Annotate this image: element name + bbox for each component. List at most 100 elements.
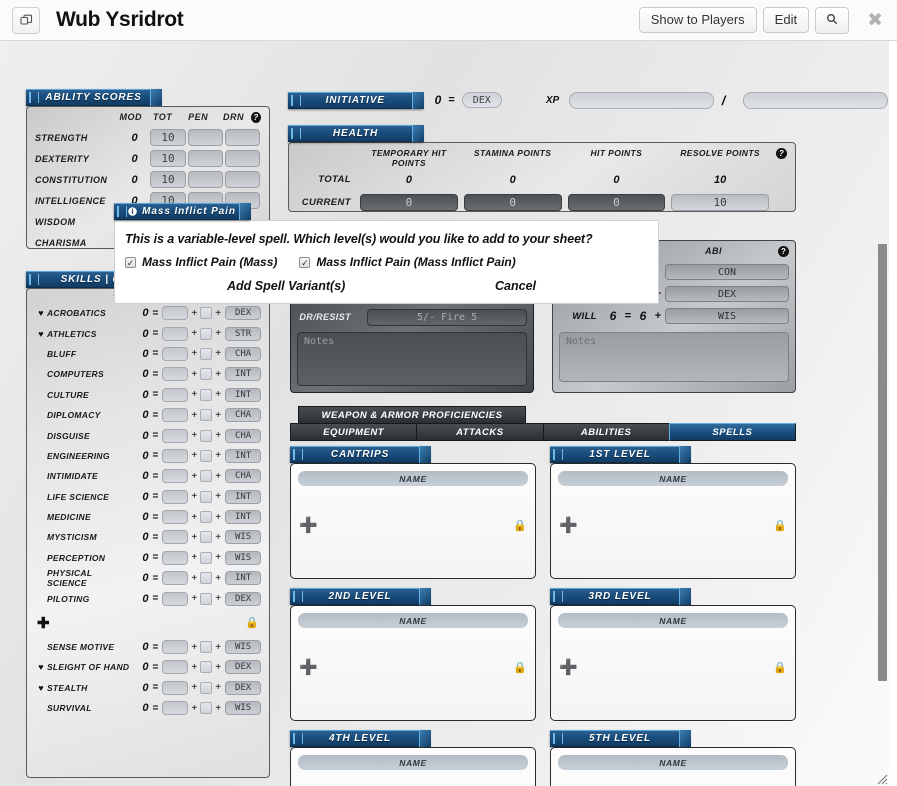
skill-rank-input[interactable] — [162, 510, 189, 525]
skill-rank-input[interactable] — [162, 387, 189, 402]
resize-handle-icon[interactable] — [874, 771, 888, 785]
skill-ability-select[interactable]: INT — [225, 510, 262, 525]
plus-icon[interactable]: ➕ — [559, 658, 578, 676]
skill-rank-input[interactable] — [162, 346, 189, 361]
skill-ability-select[interactable]: CHA — [225, 346, 262, 361]
current-resolve-input[interactable]: 10 — [671, 194, 769, 211]
skill-rank-input[interactable] — [162, 428, 189, 443]
variant-checkbox[interactable]: ✓ — [125, 256, 136, 268]
tab-attacks[interactable]: ATTACKS — [416, 423, 543, 441]
skill-class-skill-checkbox[interactable] — [200, 388, 213, 401]
skill-rank-input[interactable] — [162, 408, 189, 423]
skill-rank-input[interactable] — [162, 469, 189, 484]
ability-scores-help-icon[interactable]: ? — [251, 112, 261, 123]
tab-weapon-armor-proficiencies[interactable]: WEAPON & ARMOR PROFICIENCIES — [298, 406, 526, 423]
skill-ability-select[interactable]: CHA — [225, 469, 262, 484]
ability-pen-input[interactable] — [187, 171, 223, 188]
skill-class-skill-checkbox[interactable] — [200, 470, 213, 483]
ability-tot-input[interactable]: 10 — [150, 150, 186, 167]
ability-pen-input[interactable] — [187, 129, 223, 146]
search-button[interactable] — [815, 6, 850, 34]
skill-rank-input[interactable] — [162, 489, 189, 504]
vertical-scrollbar[interactable] — [878, 244, 887, 681]
skill-class-skill-checkbox[interactable] — [200, 531, 213, 544]
skill-ability-select[interactable]: INT — [225, 367, 262, 382]
ability-drn-input[interactable] — [224, 171, 260, 188]
skill-class-skill-checkbox[interactable] — [200, 661, 213, 674]
ability-drn-input[interactable] — [224, 129, 260, 146]
skill-class-skill-checkbox[interactable] — [200, 572, 213, 585]
skill-rank-input[interactable] — [162, 448, 189, 463]
lock-icon[interactable]: 🔒 — [245, 616, 259, 629]
favorite-icon[interactable]: ♥ — [35, 308, 47, 318]
favorite-icon[interactable]: ♥ — [35, 329, 47, 339]
skill-ability-select[interactable]: DEX — [225, 660, 262, 675]
tab-spells[interactable]: SPELLS — [668, 423, 796, 441]
plus-icon[interactable]: ➕ — [299, 516, 318, 534]
skill-rank-input[interactable] — [162, 660, 189, 675]
skill-rank-input[interactable] — [162, 306, 189, 321]
skill-ability-select[interactable]: DEX — [225, 306, 262, 321]
close-icon[interactable]: ✖ — [867, 11, 883, 30]
skill-rank-input[interactable] — [162, 701, 189, 716]
skill-ability-select[interactable]: WIS — [225, 530, 262, 545]
edit-button[interactable]: Edit — [762, 7, 810, 33]
variant-checkbox[interactable]: ✓ — [299, 256, 311, 268]
skill-ability-select[interactable]: INT — [225, 387, 262, 402]
skill-class-skill-checkbox[interactable] — [200, 641, 213, 654]
favorite-icon[interactable]: ♥ — [35, 683, 47, 693]
skill-rank-input[interactable] — [162, 680, 189, 695]
xp-total-input[interactable] — [743, 91, 888, 109]
save-ability-select[interactable]: DEX — [665, 286, 789, 302]
skill-ability-select[interactable]: DEX — [225, 680, 262, 695]
initiative-ability-select[interactable]: DEX — [461, 92, 502, 108]
skill-class-skill-checkbox[interactable] — [200, 592, 213, 605]
duplicate-icon[interactable] — [12, 6, 40, 34]
lock-icon[interactable]: 🔒 — [773, 519, 787, 532]
skill-rank-input[interactable] — [162, 367, 189, 382]
variant-option[interactable]: ✓ Mass Inflict Pain (Mass Inflict Pain) — [299, 255, 516, 269]
skill-ability-select[interactable]: WIS — [225, 550, 262, 565]
favorite-icon[interactable]: ♥ — [35, 662, 47, 672]
skill-class-skill-checkbox[interactable] — [200, 368, 213, 381]
skill-ability-select[interactable]: STR — [225, 326, 262, 341]
skill-class-skill-checkbox[interactable] — [200, 702, 213, 715]
defense-notes-input[interactable]: Notes — [297, 332, 527, 386]
dr-resist-input[interactable]: 5/- Fire 5 — [367, 308, 527, 326]
tab-equipment[interactable]: EQUIPMENT — [290, 423, 417, 441]
skill-ability-select[interactable]: INT — [225, 571, 262, 586]
skill-class-skill-checkbox[interactable] — [200, 307, 213, 320]
tab-abilities[interactable]: ABILITIES — [542, 423, 669, 441]
skill-rank-input[interactable] — [162, 571, 189, 586]
skill-ability-select[interactable]: INT — [225, 489, 262, 504]
skill-class-skill-checkbox[interactable] — [200, 347, 213, 360]
saves-notes-input[interactable]: Notes — [559, 332, 789, 382]
ability-drn-input[interactable] — [224, 150, 260, 167]
variant-option[interactable]: ✓ Mass Inflict Pain (Mass) — [125, 255, 277, 269]
skill-ability-select[interactable]: CHA — [225, 428, 262, 443]
skill-rank-input[interactable] — [162, 640, 189, 655]
skill-rank-input[interactable] — [162, 591, 189, 606]
skill-ability-select[interactable]: WIS — [225, 640, 262, 655]
skill-ability-select[interactable]: DEX — [225, 591, 262, 606]
ability-tot-input[interactable]: 10 — [150, 129, 186, 146]
skill-ability-select[interactable]: WIS — [225, 701, 262, 716]
skill-rank-input[interactable] — [162, 550, 189, 565]
skill-rank-input[interactable] — [162, 326, 189, 341]
skill-class-skill-checkbox[interactable] — [200, 551, 213, 564]
save-ability-select[interactable]: CON — [665, 264, 789, 280]
skill-class-skill-checkbox[interactable] — [200, 409, 213, 422]
plus-icon[interactable]: ➕ — [299, 658, 318, 676]
add-spell-variants-button[interactable]: Add Spell Variant(s) — [227, 279, 345, 293]
skill-class-skill-checkbox[interactable] — [200, 429, 213, 442]
saves-help-icon[interactable]: ? — [778, 245, 789, 257]
plus-icon[interactable]: ➕ — [559, 516, 578, 534]
xp-current-input[interactable] — [569, 91, 714, 109]
plus-icon[interactable]: ✚ — [37, 614, 50, 632]
skill-rank-input[interactable] — [162, 530, 189, 545]
ability-tot-input[interactable]: 10 — [150, 171, 186, 188]
skill-class-skill-checkbox[interactable] — [200, 449, 213, 462]
cancel-button[interactable]: Cancel — [495, 279, 536, 293]
skill-ability-select[interactable]: INT — [225, 448, 262, 463]
skill-class-skill-checkbox[interactable] — [200, 327, 213, 340]
